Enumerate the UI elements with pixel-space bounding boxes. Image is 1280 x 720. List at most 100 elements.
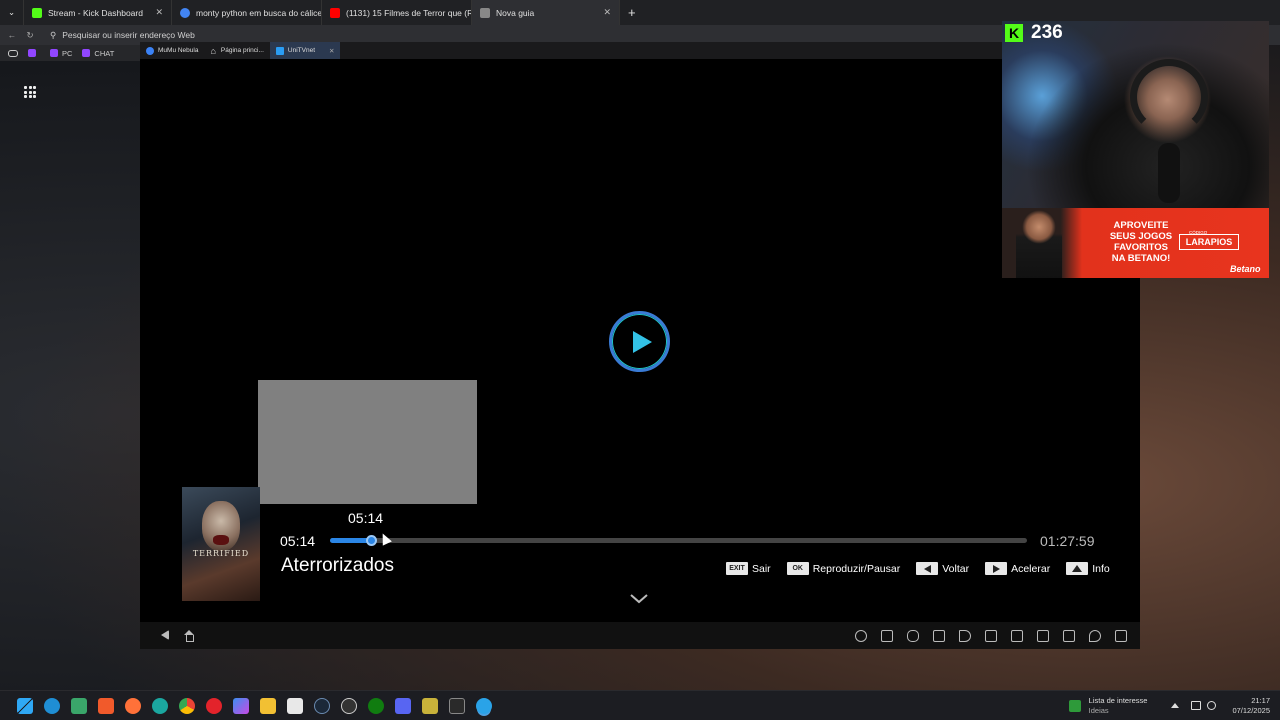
edge-beta-icon[interactable] xyxy=(151,697,168,714)
tab-youtube[interactable]: (1131) 15 Filmes de Terror que (Re ✕ xyxy=(322,0,472,25)
settings-icon[interactable] xyxy=(340,697,357,714)
folder-icon[interactable] xyxy=(1037,629,1049,642)
control-exit[interactable]: EXIT Sair xyxy=(726,562,771,575)
control-play-pause[interactable]: OK Reproduzir/Pausar xyxy=(786,562,901,575)
progress-handle[interactable] xyxy=(366,535,378,546)
volume-icon[interactable] xyxy=(959,629,971,642)
bookmark-label: CHAT xyxy=(94,48,115,58)
sponsor-person xyxy=(1016,210,1062,278)
news-widget[interactable]: Lista de interesse Ideias xyxy=(1068,696,1147,716)
control-rewind[interactable]: Voltar xyxy=(916,562,969,575)
windows-start-icon[interactable] xyxy=(16,697,33,714)
progress-bar[interactable] xyxy=(330,535,1027,546)
close-icon[interactable]: ✕ xyxy=(329,47,334,55)
steam-icon[interactable] xyxy=(313,697,330,714)
firefox-icon[interactable] xyxy=(124,697,141,714)
back-icon[interactable]: ← xyxy=(6,30,18,40)
home-icon: ⌂ xyxy=(210,45,216,56)
close-icon[interactable]: ✕ xyxy=(147,7,163,18)
tab-monty-python[interactable]: monty python em busca do cálice ✕ xyxy=(172,0,322,25)
location-icon[interactable] xyxy=(1089,629,1101,642)
control-fast-forward[interactable]: Acelerar xyxy=(985,562,1050,575)
bookmark-chat[interactable]: CHAT xyxy=(82,49,114,58)
twitch-icon xyxy=(82,49,91,57)
opera-icon[interactable] xyxy=(205,697,222,714)
store-icon[interactable] xyxy=(286,697,303,714)
app-icon[interactable] xyxy=(421,697,438,714)
movie-poster: TERRIFIED xyxy=(182,487,260,601)
display-icon[interactable] xyxy=(1191,701,1202,710)
new-tab-icon xyxy=(480,7,490,18)
apps-grid-icon[interactable] xyxy=(24,86,36,98)
mouse-cursor-icon xyxy=(378,531,392,546)
tab-kick-dashboard[interactable]: Stream - Kick Dashboard ✕ xyxy=(24,0,172,25)
edge-icon[interactable] xyxy=(43,697,60,714)
unitv-icon xyxy=(275,46,284,55)
control-label: Voltar xyxy=(942,562,970,575)
sponsor-code: LARAPIOS xyxy=(1179,234,1239,250)
tab-label: Página princi... xyxy=(220,47,264,54)
file-explorer-icon[interactable] xyxy=(259,697,276,714)
chevron-down-icon[interactable] xyxy=(629,593,649,605)
shake-icon[interactable] xyxy=(1063,629,1075,642)
tab-label: (1131) 15 Filmes de Terror que (Re xyxy=(346,7,472,18)
bookmark-pc[interactable]: PC xyxy=(50,49,72,58)
streamer-headset xyxy=(1130,59,1208,135)
keyboard-icon[interactable] xyxy=(881,629,893,642)
crop-icon[interactable] xyxy=(1011,629,1023,642)
epic-games-icon[interactable] xyxy=(448,697,465,714)
mumu-icon[interactable] xyxy=(475,697,492,714)
search-icon: ⚲ xyxy=(50,29,57,40)
tab-new-tab[interactable]: Nova guia ✕ xyxy=(472,0,620,25)
movie-title: Aterrorizados xyxy=(281,555,394,576)
bookmark-twitch[interactable] xyxy=(28,49,40,57)
eye-icon[interactable] xyxy=(855,629,867,642)
play-icon xyxy=(632,330,652,353)
exit-key: EXIT xyxy=(726,562,748,575)
address-input[interactable]: ⚲ Pesquisar ou inserir endereço Web xyxy=(44,27,984,43)
emulator-tab-unitvnet[interactable]: UniTVnet ✕ xyxy=(269,42,341,59)
seek-preview-thumbnail xyxy=(258,380,477,504)
play-button[interactable] xyxy=(609,311,670,372)
total-time: 01:27:59 xyxy=(1040,533,1095,549)
brave-icon[interactable] xyxy=(97,697,114,714)
seek-hover-time: 05:14 xyxy=(348,510,384,526)
control-label: Sair xyxy=(752,562,771,575)
gamepad-icon[interactable] xyxy=(8,49,18,57)
screenshot-icon[interactable] xyxy=(933,629,945,642)
windows-taskbar: Lista de interesse Ideias 21:17 07/12/20… xyxy=(0,690,1280,720)
system-clock[interactable]: 21:17 07/12/2025 xyxy=(1232,696,1270,716)
youtube-icon xyxy=(330,7,340,18)
sponsor-brand: Betano xyxy=(1230,264,1261,274)
twitch-icon xyxy=(50,49,58,57)
app-icon[interactable] xyxy=(70,697,87,714)
poster-title: TERRIFIED xyxy=(192,549,250,558)
multi-instance-icon[interactable] xyxy=(985,629,997,642)
back-icon[interactable] xyxy=(161,629,169,640)
news-icon xyxy=(1068,699,1081,712)
kick-icon: K xyxy=(1005,24,1023,42)
control-label: Reproduzir/Pausar xyxy=(812,562,901,575)
control-info[interactable]: Info xyxy=(1066,562,1110,575)
reload-icon[interactable]: ↻ xyxy=(24,30,36,41)
emulator-toolbar xyxy=(140,622,1140,649)
chevron-up-icon[interactable] xyxy=(1171,703,1180,708)
emulator-tab-bar: MuMu Nebula ⌂ Página princi... UniTVnet … xyxy=(140,42,1140,59)
new-tab-button[interactable]: + xyxy=(620,0,644,25)
copilot-icon[interactable] xyxy=(232,697,249,714)
chrome-icon[interactable] xyxy=(178,697,195,714)
webcam-overlay: K 236 xyxy=(1002,21,1269,208)
address-placeholder: Pesquisar ou inserir endereço Web xyxy=(62,30,195,40)
emulator-tab-home[interactable]: ⌂ Página princi... xyxy=(204,42,269,59)
home-icon[interactable] xyxy=(183,629,195,642)
rotate-icon[interactable] xyxy=(1115,629,1127,642)
close-icon[interactable]: ✕ xyxy=(595,7,611,18)
xbox-icon[interactable] xyxy=(367,697,384,714)
clock-date: 07/12/2025 xyxy=(1232,705,1270,715)
discord-icon[interactable] xyxy=(394,697,411,714)
emulator-tab-mumu[interactable]: MuMu Nebula xyxy=(140,42,204,59)
tab-list-button[interactable]: ⌄ xyxy=(0,0,24,25)
volume-icon[interactable] xyxy=(1207,701,1217,710)
gamepad-icon[interactable] xyxy=(907,629,919,642)
google-icon xyxy=(180,7,190,18)
